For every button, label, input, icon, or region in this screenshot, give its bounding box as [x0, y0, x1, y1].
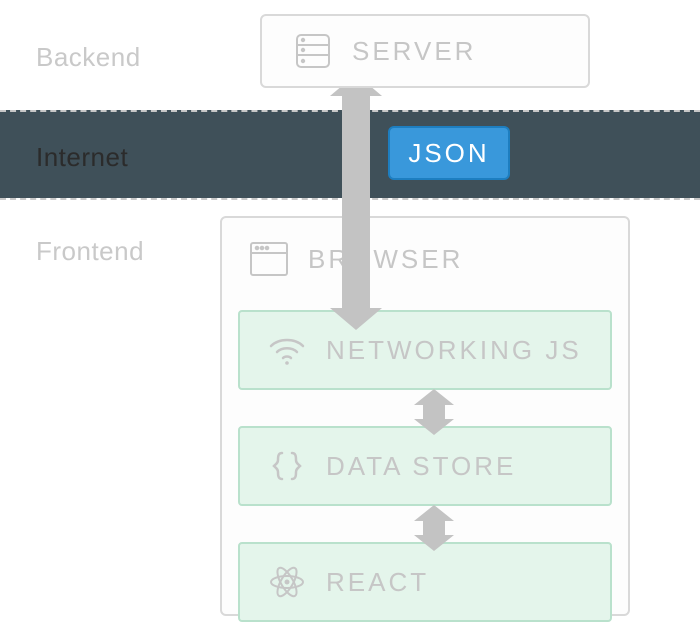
networking-title: NETWORKING JS: [326, 335, 582, 366]
datastore-title: DATA STORE: [326, 451, 516, 482]
datastore-box: DATA STORE: [238, 426, 612, 506]
react-title: REACT: [326, 567, 429, 598]
datastore-react-arrow: [414, 505, 454, 551]
server-box: SERVER: [260, 14, 590, 88]
frontend-label: Frontend: [36, 236, 144, 267]
server-icon: [292, 30, 334, 72]
wifi-icon: [266, 329, 308, 371]
networking-box: NETWORKING JS: [238, 310, 612, 390]
react-box: REACT: [238, 542, 612, 622]
browser-window-icon: [248, 238, 290, 280]
braces-icon: [266, 445, 308, 487]
react-atom-icon: [266, 561, 308, 603]
server-title: SERVER: [352, 36, 476, 67]
server-browser-arrow: [330, 74, 382, 330]
backend-label: Backend: [36, 42, 141, 73]
json-badge: JSON: [388, 126, 510, 180]
internet-label: Internet: [36, 142, 128, 173]
networking-datastore-arrow: [414, 389, 454, 435]
